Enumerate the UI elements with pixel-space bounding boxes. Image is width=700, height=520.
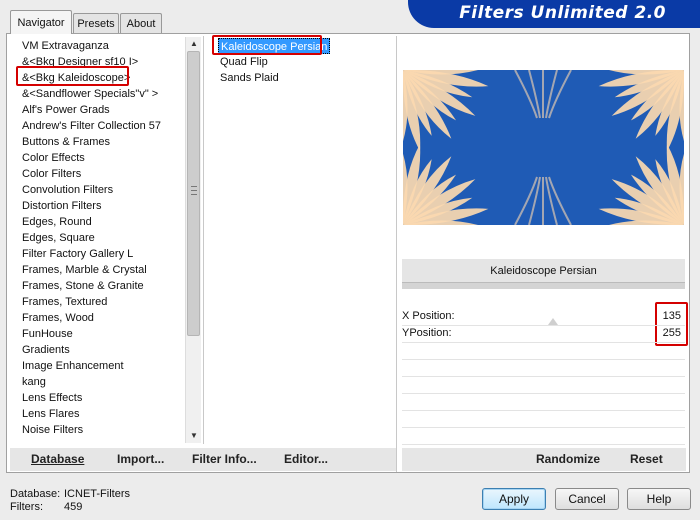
param-label: X Position: [402, 310, 455, 322]
scroll-up-arrow[interactable]: ▲ [186, 37, 202, 51]
slider-marker-icon [548, 318, 558, 325]
param-row-x[interactable]: X Position: 135 [402, 309, 685, 326]
database-label: Database: [10, 488, 61, 500]
right-toolbar: Randomize Reset [402, 447, 686, 471]
param-row-empty [402, 343, 685, 360]
filters-count-value: 459 [64, 501, 83, 513]
tab-presets[interactable]: Presets [73, 13, 119, 33]
divider [203, 36, 204, 444]
divider [396, 36, 397, 472]
category-item[interactable]: Edges, Round [22, 214, 92, 230]
left-toolbar: Database Import... Filter Info... Editor… [10, 447, 396, 471]
category-item[interactable]: &<Sandflower Specials"v" > [22, 86, 158, 102]
editor-button[interactable]: Editor... [284, 452, 328, 466]
category-item[interactable]: Frames, Wood [22, 310, 94, 326]
category-item[interactable]: Noise Filters [22, 422, 83, 438]
param-row-y[interactable]: YPosition: 255 [402, 326, 685, 343]
highlight-filter [212, 35, 322, 55]
param-label: YPosition: [402, 327, 452, 339]
database-value: ICNET-Filters [64, 488, 130, 500]
filter-item-quad-flip[interactable]: Quad Flip [218, 54, 270, 70]
filter-info-button[interactable]: Filter Info... [192, 452, 257, 466]
category-scrollbar[interactable]: ▲ ▼ [185, 37, 201, 443]
category-item[interactable]: Color Filters [22, 166, 81, 182]
scroll-down-arrow[interactable]: ▼ [186, 429, 202, 443]
category-item[interactable]: kang [22, 374, 46, 390]
apply-button[interactable]: Apply [482, 488, 546, 510]
param-slider[interactable] [402, 282, 685, 290]
param-row-empty [402, 360, 685, 377]
help-button[interactable]: Help [627, 488, 691, 510]
filters-count-label: Filters: [10, 501, 43, 513]
category-item[interactable]: Gradients [22, 342, 70, 358]
category-item[interactable]: Frames, Marble & Crystal [22, 262, 147, 278]
randomize-button[interactable]: Randomize [536, 452, 600, 466]
category-item[interactable]: Buttons & Frames [22, 134, 110, 150]
category-item[interactable]: Image Enhancement [22, 358, 124, 374]
category-item[interactable]: Lens Flares [22, 406, 79, 422]
reset-button[interactable]: Reset [630, 452, 663, 466]
app-banner: Filters Unlimited 2.0 [408, 0, 700, 28]
param-row-empty [402, 394, 685, 411]
category-item[interactable]: Color Effects [22, 150, 85, 166]
category-item[interactable]: Frames, Stone & Granite [22, 278, 144, 294]
database-button[interactable]: Database [31, 452, 84, 466]
tab-about[interactable]: About [120, 13, 162, 33]
cancel-button[interactable]: Cancel [555, 488, 619, 510]
category-item[interactable]: Convolution Filters [22, 182, 113, 198]
category-item[interactable]: Edges, Square [22, 230, 95, 246]
scroll-thumb[interactable] [187, 51, 200, 336]
category-item[interactable]: Andrew's Filter Collection 57 [22, 118, 161, 134]
category-item[interactable]: Frames, Textured [22, 294, 107, 310]
preview-image [403, 70, 684, 225]
param-row-empty [402, 377, 685, 394]
category-item[interactable]: FunHouse [22, 326, 73, 342]
param-value: 255 [662, 327, 681, 339]
grip-icon [191, 186, 197, 195]
category-item[interactable]: Alf's Power Grads [22, 102, 110, 118]
highlight-category [16, 66, 129, 86]
kaleidoscope-preview [403, 70, 684, 225]
tab-navigator[interactable]: Navigator [10, 10, 72, 34]
import-button[interactable]: Import... [117, 452, 164, 466]
category-item[interactable]: Filter Factory Gallery L [22, 246, 133, 262]
param-value: 135 [662, 310, 681, 322]
param-row-empty [402, 428, 685, 445]
filter-item-sands-plaid[interactable]: Sands Plaid [218, 70, 281, 86]
param-row-empty [402, 411, 685, 428]
category-item[interactable]: Distortion Filters [22, 198, 101, 214]
category-item[interactable]: VM Extravaganza [22, 38, 109, 54]
category-item[interactable]: Lens Effects [22, 390, 82, 406]
selected-filter-name: Kaleidoscope Persian [402, 258, 685, 282]
category-list[interactable]: VM Extravaganza &<Bkg Designer sf10 I> &<B… [10, 36, 200, 444]
app-title: Filters Unlimited 2.0 [459, 3, 666, 23]
